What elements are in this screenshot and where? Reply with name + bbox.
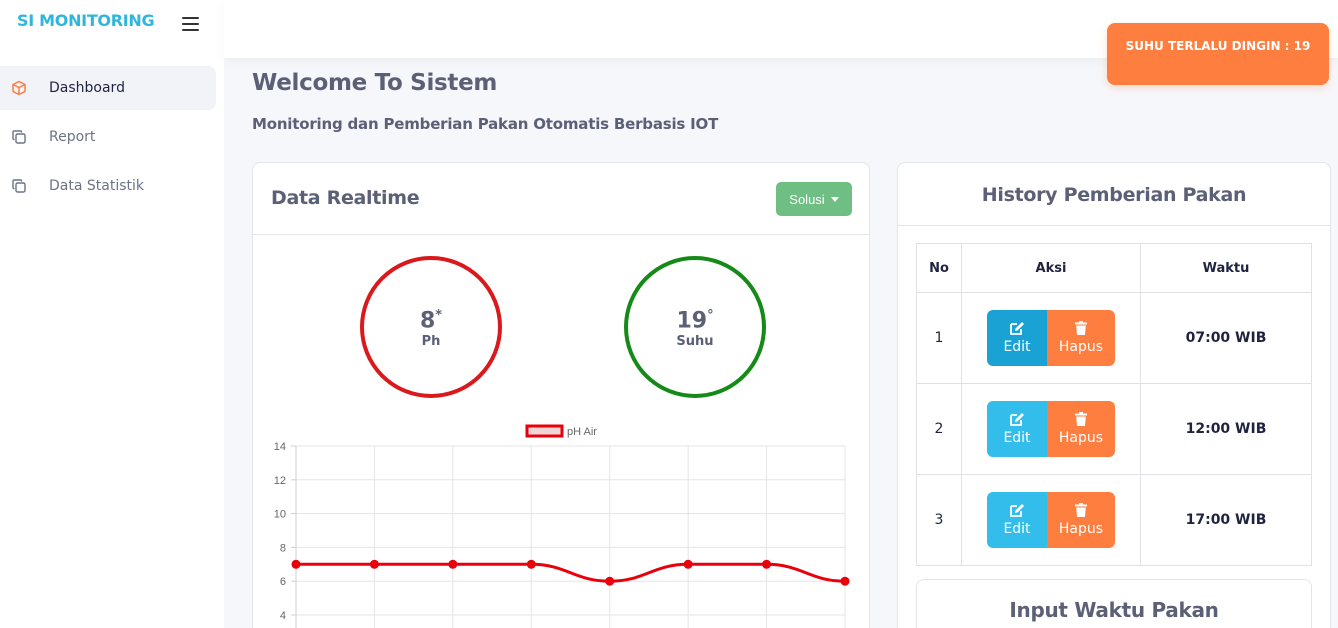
hapus-button[interactable]: Hapus [1047, 310, 1115, 366]
sidebar-item-dashboard[interactable]: Dashboard [0, 66, 216, 110]
row-no: 2 [916, 383, 962, 475]
sidebar: SI MONITORING Dashboard Report Data Stat… [0, 0, 224, 628]
data-point [840, 576, 850, 586]
sidebar-item-data-statistik[interactable]: Data Statistik [0, 164, 216, 208]
copy-icon [10, 177, 28, 195]
hapus-label: Hapus [1058, 430, 1104, 446]
edit-icon [1010, 322, 1024, 335]
trash-icon [1075, 412, 1087, 426]
input-waktu-title: Input Waktu Pakan [1009, 598, 1219, 622]
trash-icon [1075, 503, 1087, 517]
copy-icon [10, 128, 28, 146]
ph-gauge: 8* Ph [360, 256, 502, 398]
column-header-no: No [916, 243, 962, 293]
data-point [369, 559, 379, 569]
edit-label: Edit [1003, 339, 1031, 355]
row-waktu: 17:00 WIB [1140, 474, 1312, 566]
brand-logo[interactable]: SI MONITORING [17, 11, 155, 30]
table-row: 3 Edit Hapus 17:00 WIB [916, 474, 1312, 566]
legend-label: pH Air [567, 426, 597, 438]
page-subtitle: Monitoring dan Pemberian Pakan Otomatis … [252, 115, 719, 133]
box-icon [10, 79, 28, 97]
suhu-value: 19° [676, 308, 714, 334]
y-tick-label: 8 [280, 542, 286, 554]
data-point [526, 559, 536, 569]
suhu-gauge: 19° Suhu [624, 256, 766, 398]
realtime-card-header: Data Realtime Solusi [253, 163, 869, 235]
y-tick-label: 6 [280, 576, 286, 588]
edit-icon [1010, 504, 1024, 517]
series-line [295, 562, 846, 583]
edit-button[interactable]: Edit [987, 401, 1047, 457]
suhu-label: Suhu [676, 334, 714, 350]
sidebar-item-label: Report [49, 129, 96, 145]
data-point [448, 559, 458, 569]
edit-button[interactable]: Edit [987, 310, 1047, 366]
data-point [762, 559, 772, 569]
row-no: 3 [916, 474, 962, 566]
sidebar-item-label: Data Statistik [49, 178, 144, 194]
edit-label: Edit [1003, 430, 1031, 446]
data-point [683, 559, 693, 569]
edit-button[interactable]: Edit [987, 492, 1047, 548]
y-tick-label: 12 [274, 475, 286, 487]
realtime-card: Data Realtime Solusi 8* Ph 19° Suhu 4 6 8 1… [252, 162, 870, 628]
table-row: 1 Edit Hapus 07:00 WIB [916, 292, 1312, 384]
row-actions: Edit Hapus [961, 292, 1141, 384]
hapus-label: Hapus [1058, 339, 1104, 355]
solusi-dropdown-button[interactable]: Solusi [776, 182, 852, 216]
table-row: 2 Edit Hapus 12:00 WIB [916, 383, 1312, 475]
history-table: No Aksi Waktu 1 Edit Hapus 07:00 WIB 2 E… [916, 243, 1312, 566]
row-waktu: 07:00 WIB [1140, 292, 1312, 384]
y-tick-label: 10 [274, 509, 286, 521]
data-point [605, 576, 615, 586]
page-title: Welcome To Sistem [252, 70, 498, 96]
edit-icon [1010, 413, 1024, 426]
temperature-alert: SUHU TERLALU DINGIN : 19 [1107, 23, 1329, 85]
trash-icon [1075, 321, 1087, 335]
hapus-label: Hapus [1058, 521, 1104, 537]
history-title: History Pemberian Pakan [898, 163, 1330, 226]
hapus-button[interactable]: Hapus [1047, 401, 1115, 457]
row-actions: Edit Hapus [961, 383, 1141, 475]
row-waktu: 12:00 WIB [1140, 383, 1312, 475]
ph-label: Ph [421, 334, 441, 350]
column-header-waktu: Waktu [1140, 243, 1312, 293]
row-actions: Edit Hapus [961, 474, 1141, 566]
solusi-label: Solusi [789, 191, 825, 207]
hapus-button[interactable]: Hapus [1047, 492, 1115, 548]
y-tick-label: 14 [274, 441, 286, 453]
realtime-title: Data Realtime [271, 187, 420, 209]
row-no: 1 [916, 292, 962, 384]
column-header-aksi: Aksi [961, 243, 1141, 293]
ph-chart: 4 6 8 10 12 14 pH Air [253, 418, 869, 628]
y-tick-label: 4 [280, 610, 286, 622]
input-waktu-card: Input Waktu Pakan [916, 579, 1312, 628]
legend-swatch [525, 424, 564, 438]
chevron-down-icon [830, 196, 839, 202]
ph-value: 8* [419, 308, 443, 334]
data-point [291, 559, 301, 569]
edit-label: Edit [1003, 521, 1031, 537]
history-card: History Pemberian Pakan No Aksi Waktu 1 … [897, 162, 1331, 628]
menu-toggle-icon[interactable] [182, 17, 199, 31]
sidebar-item-report[interactable]: Report [0, 115, 216, 159]
sidebar-item-label: Dashboard [49, 80, 125, 96]
ph-line-chart: 4 6 8 10 12 14 pH Air [274, 424, 850, 628]
